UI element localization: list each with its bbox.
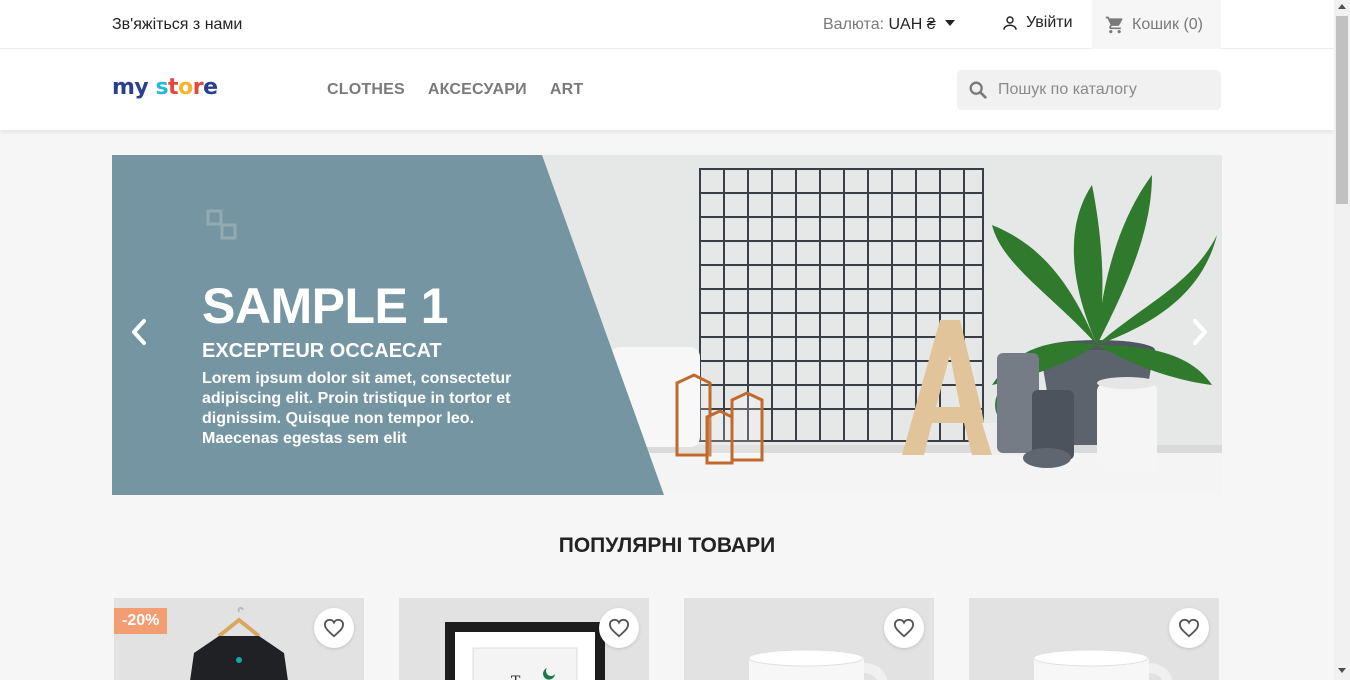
logo-my: my bbox=[112, 75, 149, 100]
slide-subtitle: EXCEPTEUR OCCAECAT bbox=[202, 340, 442, 362]
nav-item-clothes[interactable]: CLOTHES bbox=[327, 81, 405, 99]
slider-next-arrow-icon[interactable] bbox=[1185, 317, 1215, 347]
product-card[interactable] bbox=[684, 598, 934, 680]
heart-icon bbox=[893, 618, 915, 638]
wishlist-button[interactable] bbox=[1169, 608, 1209, 648]
svg-text:T: T bbox=[511, 674, 521, 680]
heart-icon bbox=[1178, 618, 1200, 638]
product-card[interactable] bbox=[969, 598, 1219, 680]
store-logo[interactable]: my store bbox=[112, 75, 218, 100]
top-bar: Зв'яжіться з нами Валюта: UAH ₴ Увійти К… bbox=[0, 0, 1334, 49]
contact-link[interactable]: Зв'яжіться з нами bbox=[112, 16, 242, 34]
nav-item-art[interactable]: ART bbox=[550, 81, 583, 99]
main-nav: CLOTHES АКСЕСУАРИ ART bbox=[327, 81, 583, 99]
scroll-down-arrow-icon[interactable] bbox=[1338, 668, 1346, 673]
search-input[interactable] bbox=[998, 81, 1208, 99]
cart-label: Кошик (0) bbox=[1132, 15, 1203, 33]
shopping-cart-icon bbox=[1105, 16, 1123, 33]
popular-products-title: ПОПУЛЯРНІ ТОВАРИ bbox=[558, 534, 776, 557]
heart-icon bbox=[323, 618, 345, 638]
wishlist-button[interactable] bbox=[599, 608, 639, 648]
cart-button[interactable]: Кошик (0) bbox=[1092, 0, 1221, 49]
wishlist-button[interactable] bbox=[884, 608, 924, 648]
page-scrollbar[interactable] bbox=[1334, 0, 1350, 680]
scroll-up-arrow-icon[interactable] bbox=[1338, 4, 1346, 9]
discount-badge: -20% bbox=[114, 608, 168, 634]
currency-label: Валюта: bbox=[823, 16, 885, 33]
wishlist-button[interactable] bbox=[314, 608, 354, 648]
currency-value: UAH ₴ bbox=[888, 16, 936, 33]
slide-description: Lorem ipsum dolor sit amet, consectetur … bbox=[202, 370, 512, 447]
heart-icon bbox=[608, 618, 630, 638]
product-card[interactable]: T bbox=[399, 598, 649, 680]
home-slider[interactable]: SAMPLE 1 EXCEPTEUR OCCAECAT Lorem ipsum … bbox=[112, 155, 1222, 495]
user-icon bbox=[1003, 16, 1017, 30]
search-box bbox=[957, 70, 1221, 110]
search-icon[interactable] bbox=[967, 79, 989, 101]
nav-item-accessories[interactable]: АКСЕСУАРИ bbox=[428, 81, 527, 99]
slide-title: SAMPLE 1 bbox=[202, 278, 449, 334]
caret-down-icon bbox=[945, 20, 956, 26]
logo-store: store bbox=[155, 75, 218, 100]
main-header: my store CLOTHES АКСЕСУАРИ ART bbox=[0, 49, 1334, 130]
login-label: Увійти bbox=[1026, 14, 1073, 31]
currency-selector[interactable]: Валюта: UAH ₴ bbox=[823, 16, 956, 34]
slide-caption: SAMPLE 1 EXCEPTEUR OCCAECAT Lorem ipsum … bbox=[202, 277, 532, 449]
login-link[interactable]: Увійти bbox=[1001, 14, 1073, 32]
scroll-thumb[interactable] bbox=[1336, 16, 1348, 204]
product-card[interactable]: -20% bbox=[114, 598, 364, 680]
slider-prev-arrow-icon[interactable] bbox=[124, 317, 154, 347]
